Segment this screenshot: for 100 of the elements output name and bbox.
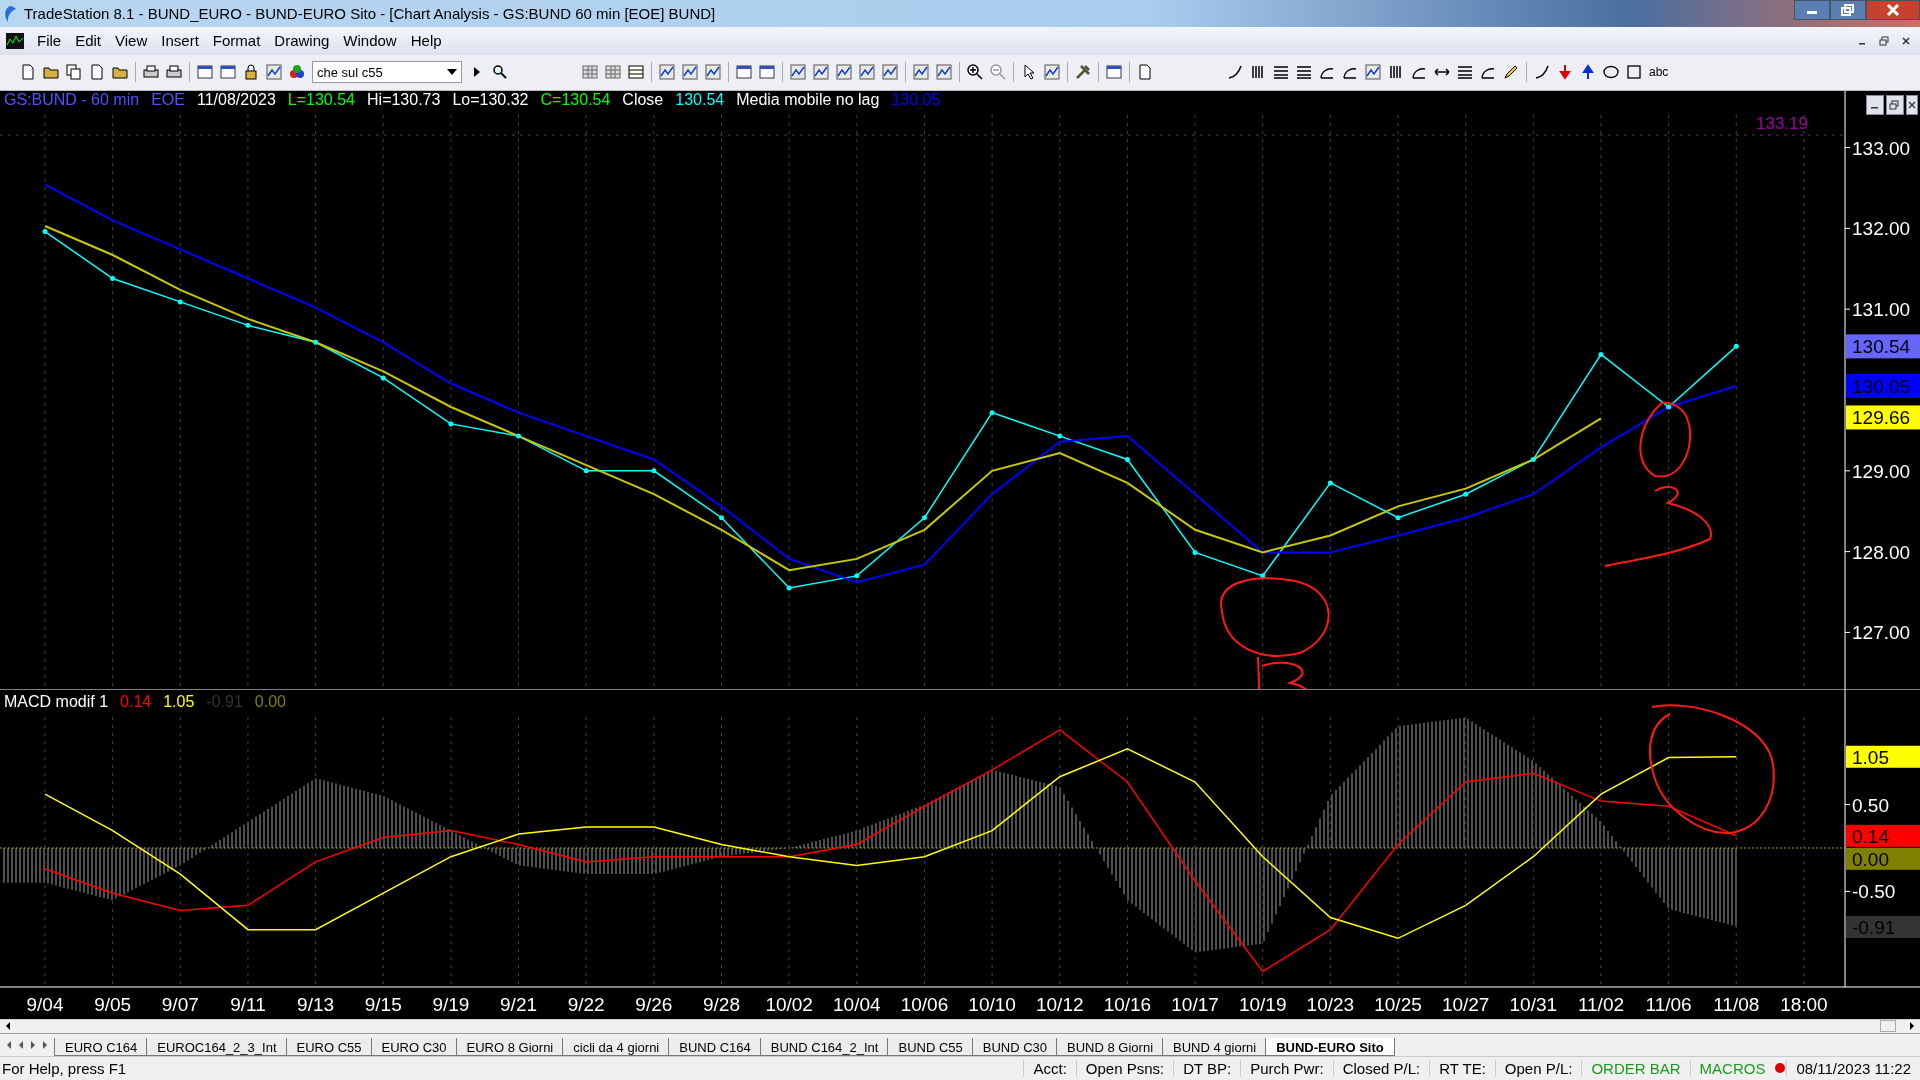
pointer-icon[interactable]: [1021, 64, 1037, 81]
up-arrow-icon[interactable]: [1580, 64, 1596, 81]
axis-label: 131.00: [1852, 298, 1911, 320]
sheet-tab[interactable]: EURO C55: [285, 1037, 373, 1056]
table-icon[interactable]: [628, 64, 644, 81]
line-icon[interactable]: [1534, 64, 1550, 81]
chart-icon[interactable]: [659, 64, 675, 81]
down-arrow-icon[interactable]: [1557, 64, 1573, 81]
menu-item[interactable]: Edit: [68, 32, 109, 50]
caret-icon: [447, 69, 457, 76]
square-icon[interactable]: [1626, 64, 1642, 81]
chart-icon[interactable]: [859, 64, 875, 81]
restore-icon: [1841, 4, 1855, 16]
axis-label: 9/19: [432, 993, 470, 1015]
macd-marker: 0.14: [1846, 824, 1920, 847]
menu-item[interactable]: Format: [205, 32, 268, 50]
sheet-tab[interactable]: EURO C164: [54, 1037, 149, 1056]
axis-label: 10/12: [1036, 993, 1084, 1015]
window-icon[interactable]: [736, 64, 752, 81]
chart-icon[interactable]: [1365, 64, 1381, 81]
lines-icon[interactable]: [1457, 64, 1473, 81]
tab-scroll-icon[interactable]: [40, 1038, 50, 1051]
menu-item[interactable]: View: [108, 32, 155, 50]
document-icon[interactable]: [20, 64, 36, 81]
lines-icon[interactable]: [1296, 64, 1312, 81]
legend-text: MACD modif 1: [4, 692, 109, 711]
circle-icon[interactable]: [1603, 64, 1619, 81]
legend-text: 0.00: [254, 692, 286, 711]
chart-icon[interactable]: [936, 64, 952, 81]
status-clock: 08/11/2023 11:22: [1786, 1059, 1920, 1077]
sheet-tab[interactable]: BUND C55: [887, 1037, 974, 1056]
price-high-label: 133.19: [1756, 113, 1808, 133]
chart-icon[interactable]: [882, 64, 898, 81]
window-icon[interactable]: [1106, 64, 1122, 81]
grid-icon[interactable]: [605, 64, 621, 81]
axis-label: 10/27: [1441, 993, 1490, 1015]
chart-icon[interactable]: [913, 64, 929, 81]
right-arrow-icon[interactable]: [1908, 1021, 1916, 1032]
axis-label: 10/25: [1374, 993, 1422, 1015]
chart-icon[interactable]: [836, 64, 852, 81]
pencil-icon[interactable]: [1503, 64, 1519, 81]
close-icon[interactable]: [1900, 34, 1912, 47]
zoom-in-icon[interactable]: [967, 64, 983, 81]
sheet-tab[interactable]: EUROC164_2_3_Int: [146, 1037, 288, 1056]
chart-icon[interactable]: [813, 64, 829, 81]
sheet-tab[interactable]: cicli da 4 giorni: [562, 1037, 671, 1056]
tab-scroll-icon[interactable]: [28, 1038, 38, 1051]
sheet-tab[interactable]: BUND C30: [971, 1037, 1059, 1056]
legend-text: 0.14: [120, 692, 152, 711]
copy-icon[interactable]: [66, 64, 82, 81]
sheet-tab[interactable]: BUND 4 giorni: [1162, 1037, 1268, 1056]
chart-icon[interactable]: [790, 64, 806, 81]
lock-icon[interactable]: [243, 64, 259, 81]
menu-item[interactable]: Help: [403, 32, 449, 50]
chart-icon[interactable]: [266, 64, 282, 81]
chart-icon: [6, 32, 24, 49]
menu-item[interactable]: Drawing: [267, 32, 337, 50]
tools-icon[interactable]: [1075, 64, 1091, 81]
window-icon[interactable]: [759, 64, 775, 81]
document-icon[interactable]: [89, 64, 105, 81]
left-arrow-icon[interactable]: [4, 1021, 12, 1032]
close-button[interactable]: [1866, 0, 1920, 20]
sheet-tab[interactable]: BUND 8 Giorni: [1056, 1037, 1165, 1056]
minimize-button[interactable]: [1794, 0, 1830, 20]
window-icon[interactable]: [197, 64, 213, 81]
sheet-tab[interactable]: BUND C164_2_Int: [759, 1037, 890, 1056]
maximize-button[interactable]: [1830, 0, 1866, 20]
printer-icon[interactable]: [143, 64, 159, 81]
chart-icon[interactable]: [705, 64, 721, 81]
folder-icon[interactable]: [112, 64, 128, 81]
axis-label: 10/06: [900, 993, 949, 1015]
menu-item[interactable]: Insert: [154, 32, 206, 50]
sheet-tab[interactable]: EURO C30: [370, 1037, 458, 1056]
grid-icon[interactable]: [582, 64, 598, 81]
sheet-tab[interactable]: EURO 8 Giorni: [455, 1037, 565, 1056]
restore-icon[interactable]: [1886, 94, 1904, 115]
chart-icon[interactable]: [682, 64, 698, 81]
menu-item[interactable]: File: [30, 32, 69, 50]
text-tool[interactable]: abc: [1649, 65, 1669, 80]
minimize-icon[interactable]: [1866, 94, 1884, 115]
sheet-tab[interactable]: BUND C164: [668, 1037, 762, 1056]
folder-icon[interactable]: [43, 64, 59, 81]
workspace-combo[interactable]: che sul c55: [312, 61, 462, 84]
menu-item[interactable]: Window: [336, 32, 404, 50]
printer-icon[interactable]: [166, 64, 182, 81]
bars-icon[interactable]: [1388, 64, 1404, 81]
document-icon[interactable]: [1137, 64, 1153, 81]
legend-text: 130.05: [891, 90, 941, 109]
zoom-out-icon[interactable]: [990, 64, 1006, 81]
lines-icon[interactable]: [1273, 64, 1289, 81]
search-icon[interactable]: [492, 64, 508, 81]
line-icon[interactable]: [1227, 64, 1243, 81]
status-field: Acct:: [1023, 1059, 1076, 1077]
shapes-icon[interactable]: [289, 64, 305, 81]
close-icon[interactable]: [1906, 94, 1918, 115]
window-icon[interactable]: [220, 64, 236, 81]
bars-icon[interactable]: [1250, 64, 1266, 81]
chart-icon[interactable]: [1044, 64, 1060, 81]
sheet-tab[interactable]: BUND-EURO Sito: [1265, 1037, 1395, 1056]
axis-label: -0.50: [1852, 881, 1896, 902]
